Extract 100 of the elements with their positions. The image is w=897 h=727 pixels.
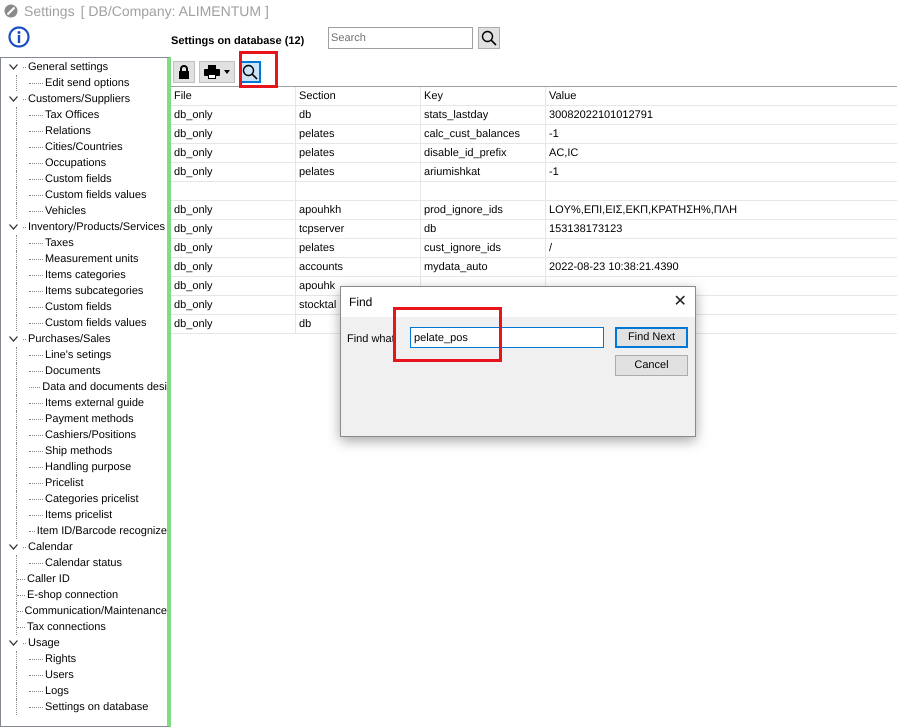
tree-item[interactable]: Custom fields values	[45, 186, 146, 204]
tree-item[interactable]: Documents	[45, 362, 101, 380]
table-cell-text: AC,IC	[548, 146, 580, 161]
table-cell: db_only	[171, 315, 296, 333]
find-input[interactable]: pelate_pos	[410, 327, 604, 348]
tree-item[interactable]: Customers/Suppliers	[28, 90, 130, 108]
table-cell: db_only	[171, 258, 296, 276]
tree-item[interactable]: Relations	[45, 122, 91, 140]
highlight-frame	[239, 51, 278, 88]
tree-item[interactable]: Payment methods	[45, 410, 134, 428]
tree-item[interactable]: Measurement units	[45, 250, 139, 268]
table-cell: db_only	[171, 296, 296, 314]
tree-item[interactable]: E-shop connection	[27, 586, 118, 604]
tree-item[interactable]: Calendar	[28, 538, 73, 556]
search-button[interactable]	[478, 27, 500, 49]
tree-item[interactable]: Pricelist	[45, 474, 84, 492]
table-cell: db_only	[171, 277, 296, 295]
lock-button[interactable]	[173, 60, 195, 82]
window-subtitle: [ DB/Company: ALIMENTUM ]	[80, 2, 269, 21]
printer-icon	[204, 64, 220, 78]
column-header[interactable]: Value	[546, 87, 897, 105]
tree-item[interactable]: Custom fields	[45, 170, 112, 188]
table-cell: db	[296, 106, 421, 124]
close-button[interactable]: ✕	[665, 287, 695, 317]
app-icon	[4, 4, 18, 18]
tree-item[interactable]: General settings	[28, 58, 108, 76]
tree-item[interactable]: Cashiers/Positions	[45, 426, 136, 444]
window-title: Settings	[24, 2, 75, 21]
tree-item[interactable]: Data and documents desi	[42, 378, 167, 396]
table-cell: db_only	[171, 125, 296, 143]
table-cell: apouhkh	[296, 201, 421, 219]
tree-item[interactable]: Users	[45, 666, 74, 684]
chevron-icon[interactable]	[9, 224, 18, 230]
find-next-button[interactable]: Find Next	[615, 327, 688, 348]
table-cell: pelates	[296, 144, 421, 162]
table-cell: ariumishkat	[421, 163, 546, 181]
table-cell: calc_cust_balances	[421, 125, 546, 143]
table-cell: pelates	[296, 239, 421, 257]
tree-item[interactable]: Tax Offices	[45, 106, 100, 124]
table-cell: prod_ignore_ids	[421, 201, 546, 219]
column-header[interactable]: File	[171, 87, 296, 105]
tree-item[interactable]: Caller ID	[27, 570, 70, 588]
chevron-icon[interactable]	[9, 64, 18, 70]
table-cell: pelates	[296, 163, 421, 181]
table-cell: tcpserver	[296, 220, 421, 238]
table-cell-text: 2022-08-23 10:38:21.4390	[548, 260, 680, 275]
table-cell: accounts	[296, 258, 421, 276]
table-cell-text: -1	[548, 164, 560, 180]
dialog-title: Find	[349, 294, 372, 311]
tree-item[interactable]: Usage	[28, 634, 60, 652]
table-cell-text: LOY%,ΕΠΙ,ΕΙΣ,ΕΚΠ,ΚΡΑΤΗΣΗ%,ΠΛΗ	[548, 202, 738, 218]
tree-item[interactable]: Cities/Countries	[45, 138, 123, 156]
page-heading: Settings on database (12)	[171, 34, 306, 49]
table-cell: db_only	[171, 106, 296, 124]
tree-item[interactable]: Communication/Maintenance	[24, 602, 167, 620]
table-cell: cust_ignore_ids	[421, 239, 546, 257]
print-button[interactable]	[199, 60, 235, 82]
tree-item[interactable]: Custom fields values	[45, 314, 146, 332]
tree-item[interactable]: Categories pricelist	[45, 490, 139, 508]
tree-item[interactable]: Ship methods	[45, 442, 112, 460]
tree-item[interactable]: Items subcategories	[45, 282, 144, 300]
tree-item[interactable]: Custom fields	[45, 298, 112, 316]
table-cell: disable_id_prefix	[421, 144, 546, 162]
table-cell: db_only	[171, 201, 296, 219]
table-cell: pelates	[296, 125, 421, 143]
info-icon[interactable]	[8, 26, 30, 48]
tree-item[interactable]: Inventory/Products/Services	[28, 218, 165, 236]
table-cell: stats_lastday	[421, 106, 546, 124]
tree-item[interactable]: Rights	[45, 650, 76, 668]
tree-item[interactable]: Calendar status	[45, 554, 122, 572]
table-cell: db_only	[171, 220, 296, 238]
search-field[interactable]: Search	[328, 27, 473, 49]
tree-item[interactable]: Items external guide	[45, 394, 144, 412]
tree-item[interactable]: Handling purpose	[45, 458, 132, 476]
tree-item[interactable]: Settings on database	[45, 698, 148, 716]
tree-item[interactable]: Taxes	[45, 234, 74, 252]
column-header[interactable]: Key	[421, 87, 546, 105]
tree-item[interactable]: Edit send options	[45, 74, 130, 92]
tree-item[interactable]: Items categories	[45, 266, 126, 284]
table-cell-text: -1	[548, 126, 560, 142]
caret-icon	[224, 70, 230, 74]
tree-item[interactable]: Purchases/Sales	[28, 330, 111, 348]
table-cell-text: 153138173123	[548, 222, 624, 237]
chevron-icon[interactable]	[9, 640, 18, 646]
cancel-button[interactable]: Cancel	[615, 355, 688, 376]
tree-item[interactable]: Logs	[45, 682, 69, 700]
table-cell: mydata_auto	[421, 258, 546, 276]
tree-item[interactable]: Line's setings	[45, 346, 112, 364]
table-cell: db_only	[171, 239, 296, 257]
lock-icon	[178, 64, 190, 78]
chevron-icon[interactable]	[9, 96, 18, 102]
tree-item[interactable]: Items pricelist	[45, 506, 112, 524]
tree-item[interactable]: Occupations	[45, 154, 106, 172]
tree-item[interactable]: Vehicles	[45, 202, 86, 220]
table-cell-text: 30082022101012791	[548, 108, 654, 123]
chevron-icon[interactable]	[9, 544, 18, 550]
column-header[interactable]: Section	[296, 87, 421, 105]
tree-item[interactable]: Tax connections	[27, 618, 106, 636]
tree-item[interactable]: Item ID/Barcode recognize	[36, 522, 167, 540]
chevron-icon[interactable]	[9, 336, 18, 342]
